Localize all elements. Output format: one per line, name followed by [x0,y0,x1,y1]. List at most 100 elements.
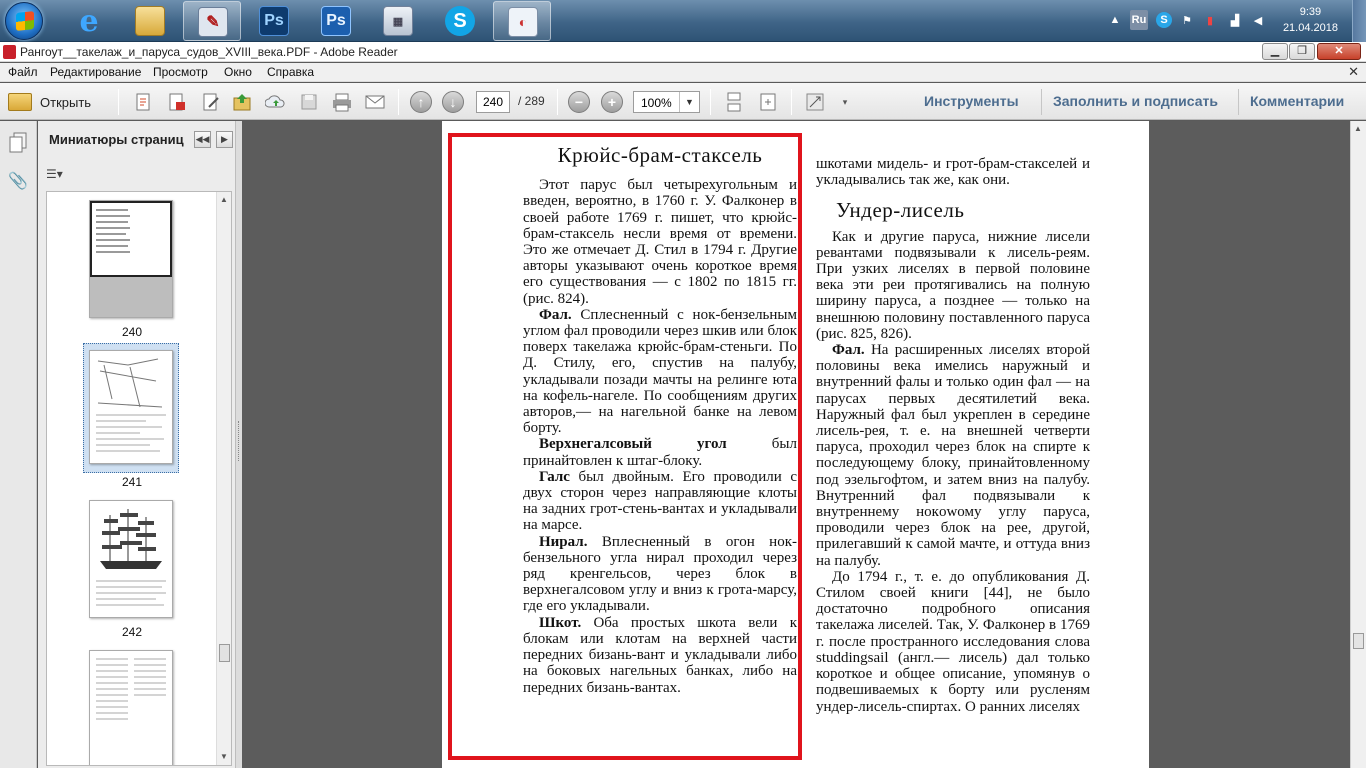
page-total: / 289 [518,94,545,108]
start-button[interactable] [5,2,43,40]
toolbar-divider [791,89,792,115]
edit-pdf-icon[interactable] [199,90,223,114]
toolbar-divider [398,89,399,115]
thumbnail-page-240[interactable] [89,200,173,318]
page-thumbnails-icon[interactable] [8,131,28,153]
fullscreen-icon[interactable] [803,90,827,114]
close-document-icon[interactable]: ✕ [1348,64,1359,80]
open-folder-icon [8,93,32,111]
skype-tray-icon[interactable]: S [1156,12,1172,28]
tray-overflow-icon[interactable]: ▲ [1107,10,1123,30]
zoom-in-button[interactable]: + [600,90,624,114]
left-column: Крюйс-брам-стаксель Этот парус был четыр… [523,143,797,696]
taskbar-photoshop-1[interactable]: Ps [245,1,303,41]
menu-view[interactable]: Просмотр [153,65,208,79]
comments-button[interactable]: Комментарии [1250,93,1344,109]
internet-explorer-icon: e [79,3,99,39]
thumbnail-scrollbar[interactable]: ▲ ▼ [216,192,231,765]
paragraph: шкотами мидель- и грот-брам-стакселей и … [816,156,1090,189]
thumbnail-label: 242 [121,625,143,639]
windows-logo-icon [16,11,34,31]
panel-options-icon[interactable]: ☰▾ [46,167,74,183]
section-heading: Ундер-лисель [836,198,965,223]
scroll-up-icon[interactable]: ▲ [220,195,228,204]
fit-page-icon[interactable] [756,90,780,114]
page-number-input[interactable]: 240 [476,91,510,113]
thumbnail-label: 240 [121,325,143,339]
previous-page-button[interactable]: ↑ [409,90,433,114]
minimize-button[interactable]: ▁ [1262,43,1288,60]
scroll-down-icon[interactable]: ▼ [220,752,228,761]
thumbnail-page-242[interactable] [89,500,173,618]
photoshop-icon: Ps [321,6,351,36]
tray-clock[interactable]: 9:39 21.04.2018 [1283,4,1338,36]
document-scrollbar[interactable]: ▲ [1350,121,1366,768]
pdf-page: Крюйс-брам-стаксель Этот парус был четыр… [442,121,1149,768]
taskbar-file-explorer[interactable] [121,1,179,41]
thumbnail-page-241[interactable] [89,350,173,464]
thumbnail-label: 241 [121,475,143,489]
menu-file[interactable]: Файл [8,65,38,79]
zoom-select[interactable]: 100% ▼ [633,91,700,113]
section-heading: Крюйс-брам-стаксель [557,143,763,167]
volume-icon[interactable]: ◀ [1250,10,1266,30]
maximize-button[interactable]: ❐ [1289,43,1315,60]
taskbar-calculator[interactable]: ▦ [369,1,427,41]
scroll-up-icon[interactable]: ▲ [1354,124,1362,133]
fill-and-sign-button[interactable]: Заполнить и подписать [1053,93,1218,109]
export-pdf-icon[interactable] [165,90,189,114]
calculator-icon: ▦ [383,6,413,36]
scroll-mode-icon[interactable] [722,90,746,114]
paragraph: Как и другие паруса, нижние лисели реван… [816,228,1090,342]
adobe-reader-icon: ✎ [198,7,228,37]
language-indicator[interactable]: Ru [1130,10,1148,30]
send-files-icon[interactable] [231,90,255,114]
save-icon[interactable] [297,90,321,114]
clock-time: 9:39 [1299,6,1322,18]
menu-help[interactable]: Справка [267,65,314,79]
paragraph: Галс был двойным. Его проводили с двух с… [523,468,797,534]
skype-icon: S [445,6,475,36]
photoshop-icon: Ps [259,6,289,36]
zoom-out-button[interactable]: − [567,90,591,114]
chevron-down-icon[interactable]: ▼ [679,92,699,112]
menu-window[interactable]: Окно [224,65,252,79]
network-signal-icon[interactable]: ▟ [1226,10,1244,30]
arrow-up-icon: ↑ [410,91,432,113]
tools-panel-button[interactable]: Инструменты [924,93,1019,109]
arrow-down-icon: ↓ [442,91,464,113]
toolbar-divider [557,89,558,115]
panel-next-icon[interactable]: ▶ [216,131,233,148]
menu-edit[interactable]: Редактирование [50,65,141,79]
close-button[interactable]: ✕ [1317,43,1361,60]
customize-toolbar-icon[interactable]: ▾ [833,90,857,114]
toolbar-divider [710,89,711,115]
taskbar-skype[interactable]: S [431,1,489,41]
battery-icon[interactable]: ▮ [1202,10,1218,30]
upload-cloud-icon[interactable] [264,90,288,114]
next-page-button[interactable]: ↓ [441,90,465,114]
print-icon[interactable] [330,90,354,114]
paragraph: Фал. Сплесненный с нок-бензельным углом … [523,306,797,437]
scrollbar-thumb[interactable] [219,644,230,662]
taskbar-internet-explorer[interactable]: e [60,1,118,41]
show-desktop-button[interactable] [1352,0,1366,42]
windows-taskbar: e ✎ Ps Ps ▦ S ◐ ▲ Ru S ⚑ ▮ ▟ ◀ 9:39 21.0… [0,0,1366,42]
scrollbar-thumb[interactable] [1353,633,1364,649]
taskbar-paint[interactable]: ◐ [493,1,551,41]
attachments-icon[interactable]: 📎 [8,171,28,193]
window-title: Рангоут__такелаж_и_паруса_судов_XVIII_ве… [20,45,398,59]
pdf-file-icon [3,45,16,59]
collapse-panel-icon[interactable]: ◀◀ [194,131,211,148]
action-center-flag-icon[interactable]: ⚑ [1179,10,1195,30]
taskbar-photoshop-2[interactable]: Ps [307,1,365,41]
navigation-rail: 📎 [0,121,37,768]
open-button[interactable]: Открыть [8,89,91,115]
thumbnail-page-243[interactable] [89,650,173,765]
paragraph: Шкот. Оба простых шкота вели к блокам ил… [523,614,797,696]
email-icon[interactable] [363,90,387,114]
folder-icon [135,6,165,36]
taskbar-adobe-reader[interactable]: ✎ [183,1,241,41]
plus-icon: + [601,91,623,113]
create-pdf-icon[interactable] [132,90,156,114]
